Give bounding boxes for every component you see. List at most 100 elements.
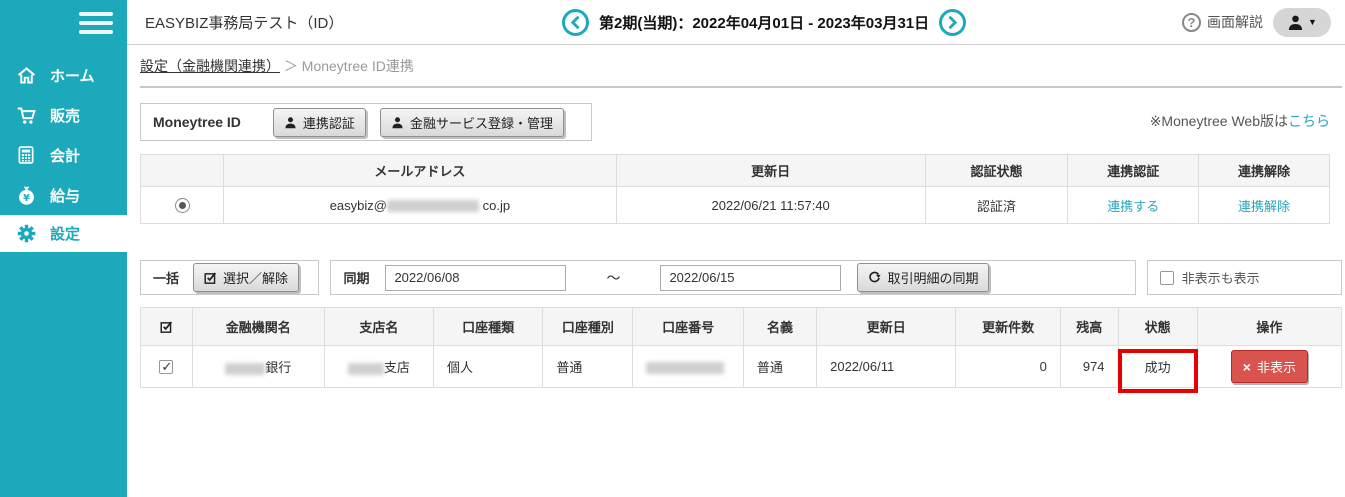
sidebar-item-settings[interactable]: 設定: [0, 215, 127, 252]
caret-down-icon: ▼: [1308, 17, 1317, 27]
moneytree-id-label: Moneytree ID: [153, 114, 241, 130]
check-square-icon: [160, 321, 172, 333]
top-header: EASYBIZ事務局テスト（ID） 第2期(当期)：2022年04月01日 - …: [127, 0, 1345, 45]
main-content: 設定（金融機関連携） ＞ Moneytree ID連携 Moneytree ID…: [127, 45, 1345, 393]
table-row: easybiz@ co.jp 2022/06/21 11:57:40 認証済 連…: [139, 186, 1330, 224]
home-icon: [15, 64, 37, 86]
bulk-controls: 一括 選択／解除 同期 ～ 取引明細の同期 非表示も表示: [140, 260, 1342, 295]
sidebar-item-payroll[interactable]: ¥ 給与: [0, 175, 127, 215]
branch-name-cell: 支店: [323, 345, 435, 388]
redacted-text: [347, 362, 384, 375]
refresh-icon: [869, 271, 882, 283]
moneytree-web-note: ※Moneytree Web版はこちら: [1149, 113, 1330, 129]
moneytree-account-table: メールアドレス 更新日 認証状態 連携認証 連携解除 easybiz@ co.j…: [139, 154, 1330, 224]
period-navigator: 第2期(当期)：2022年04月01日 - 2023年03月31日: [562, 8, 967, 36]
status-cell: 成功: [1117, 345, 1198, 393]
next-period-button[interactable]: [939, 8, 967, 36]
table-header-row: メールアドレス 更新日 認証状態 連携認証 連携解除: [139, 154, 1330, 187]
breadcrumb-current: Moneytree ID連携: [301, 58, 414, 74]
column-header-update-count: 更新件数: [955, 307, 1061, 346]
financial-service-manage-button[interactable]: 金融サービス登録・管理: [379, 107, 564, 137]
holder-cell: 普通: [742, 345, 818, 388]
select-column-header: [140, 307, 193, 346]
sync-transactions-button[interactable]: 取引明細の同期: [857, 263, 990, 292]
email-cell: easybiz@ co.jp: [223, 186, 617, 224]
column-header-bank: 金融機関名: [191, 307, 325, 346]
question-circle-icon: ?: [1182, 12, 1201, 32]
period-label: 第2期(当期)：2022年04月01日 - 2023年03月31日: [599, 14, 930, 32]
breadcrumb-link-settings[interactable]: 設定（金融機関連携）: [140, 58, 280, 74]
bulk-label: 一括: [153, 271, 180, 286]
link-auth-link[interactable]: 連携する: [1107, 199, 1159, 214]
hide-button[interactable]: × 非表示: [1230, 350, 1308, 383]
table-row: 銀行 支店 個人 普通 普通 2022/06/11 0 974 成功 × 非表示: [140, 345, 1343, 393]
link-release-link[interactable]: 連携解除: [1238, 199, 1290, 214]
updated-cell: 2022/06/21 11:57:40: [615, 186, 926, 224]
sidebar-item-accounting[interactable]: 会計: [0, 135, 127, 175]
column-header-email: メールアドレス: [223, 154, 617, 187]
update-count-cell: 0: [955, 345, 1061, 388]
breadcrumb-separator: ＞: [283, 58, 298, 74]
column-header-branch: 支店名: [323, 307, 435, 346]
redacted-text: [225, 362, 266, 375]
column-header-status: 状態: [1117, 307, 1198, 346]
column-header-actions: 操作: [1196, 307, 1343, 346]
close-icon: ×: [1242, 358, 1251, 375]
sync-date-from-input[interactable]: [385, 264, 567, 291]
column-header-account-category: 口座種類: [433, 307, 544, 346]
updated-cell: 2022/06/11: [816, 345, 957, 388]
sync-date-to-input[interactable]: [660, 264, 842, 291]
user-icon: [285, 116, 296, 128]
sync-label: 同期: [343, 271, 370, 286]
show-hidden-checkbox[interactable]: [1159, 270, 1174, 285]
chevron-right-icon: [949, 15, 958, 29]
sidebar-item-label: 販売: [50, 107, 81, 125]
money-bag-icon: ¥: [15, 184, 37, 206]
sidebar-item-sales[interactable]: 販売: [0, 95, 127, 135]
moneytree-id-panel: Moneytree ID 連携認証 金融サービス登録・管理: [140, 103, 592, 141]
bank-name-cell: 銀行: [191, 345, 325, 388]
breadcrumb: 設定（金融機関連携） ＞ Moneytree ID連携: [140, 56, 1342, 76]
column-header-link-auth: 連携認証: [1067, 154, 1200, 187]
calculator-icon: [15, 144, 37, 166]
screen-help-button[interactable]: ? 画面解説: [1182, 12, 1263, 32]
radio-column-header: [139, 154, 225, 187]
page-title: EASYBIZ事務局テスト（ID）: [145, 14, 344, 32]
balance-cell: 974: [1059, 345, 1119, 388]
chevron-left-icon: [570, 15, 580, 29]
column-header-link-release: 連携解除: [1198, 154, 1330, 187]
show-hidden-label: 非表示も表示: [1181, 271, 1260, 286]
moneytree-web-link[interactable]: こちら: [1288, 113, 1330, 129]
previous-period-button[interactable]: [562, 8, 589, 36]
sidebar-item-label: 給与: [50, 187, 81, 205]
hamburger-menu-button[interactable]: [0, 0, 127, 45]
account-type-cell: 普通: [542, 345, 634, 388]
check-square-icon: [204, 272, 217, 284]
table-header-row: 金融機関名 支店名 口座種類 口座種別 口座番号 名義 更新日 更新件数 残高 …: [140, 307, 1343, 346]
column-header-account-type: 口座種別: [542, 307, 634, 346]
column-header-holder: 名義: [742, 307, 818, 346]
account-number-cell: [632, 345, 744, 388]
sidebar-item-label: 設定: [50, 226, 81, 243]
select-deselect-button[interactable]: 選択／解除: [193, 263, 300, 292]
account-radio[interactable]: [174, 198, 190, 214]
link-auth-button[interactable]: 連携認証: [272, 107, 366, 137]
redacted-text: [646, 361, 725, 374]
date-range-tilde: ～: [606, 269, 621, 286]
svg-text:¥: ¥: [23, 193, 30, 204]
sidebar-item-label: ホーム: [50, 67, 95, 85]
divider: [140, 86, 1342, 88]
column-header-auth-status: 認証状態: [924, 154, 1069, 187]
sidebar-item-label: 会計: [50, 147, 81, 165]
bulk-select-panel: 一括 選択／解除: [140, 260, 320, 295]
column-header-updated: 更新日: [816, 307, 957, 346]
sidebar-item-home[interactable]: ホーム: [0, 55, 127, 95]
auth-status-cell: 認証済: [924, 186, 1069, 224]
bank-account-table: 金融機関名 支店名 口座種類 口座種別 口座番号 名義 更新日 更新件数 残高 …: [140, 307, 1343, 393]
hamburger-icon: [79, 7, 113, 39]
row-checkbox[interactable]: [159, 359, 174, 375]
user-icon: [1288, 15, 1303, 30]
column-header-account-number: 口座番号: [632, 307, 744, 346]
user-menu-button[interactable]: ▼: [1273, 7, 1331, 37]
column-header-balance: 残高: [1059, 307, 1119, 346]
